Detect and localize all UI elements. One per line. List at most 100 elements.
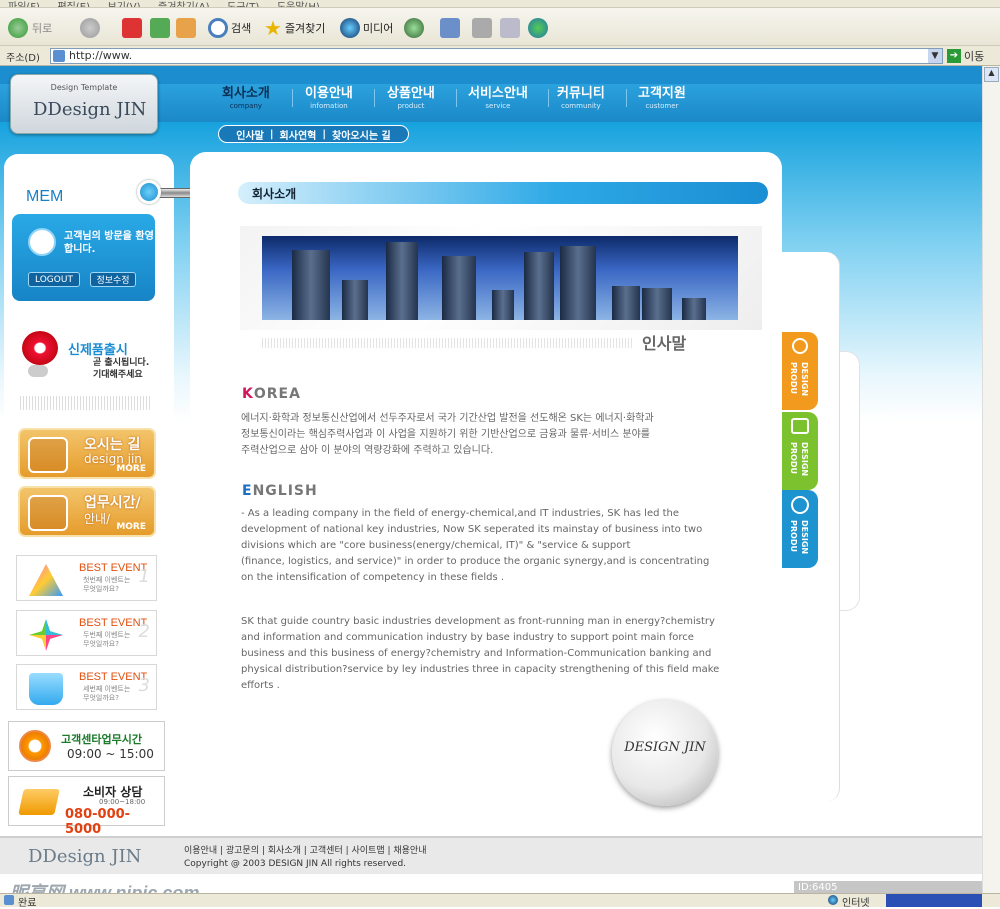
nav-service[interactable]: 서비스안내 service [468, 86, 528, 110]
browser-menubar: 파일(F) 편집(E) 보기(V) 즐겨찾기(A) 도구(T) 도움말(H) [0, 0, 1000, 8]
subnav-history[interactable]: 회사연혁 [280, 127, 317, 142]
home-button[interactable] [176, 17, 196, 39]
print-icon [472, 18, 492, 38]
event-banner-2[interactable]: BEST EVENT 두번째 이벤트는 무엇일까요? 2 [16, 610, 157, 656]
side-tab-design-product-2[interactable]: DESIGN PRODU [782, 412, 818, 490]
edit-button[interactable] [500, 17, 520, 39]
subnav-greeting[interactable]: 인사말 [236, 127, 264, 142]
site-logo[interactable]: Design Template DDesign JIN [10, 74, 158, 134]
sub-navigation: 인사말 | 회사연혁 | 찾아오시는 길 [218, 125, 409, 143]
nav-divider [548, 89, 549, 107]
new-product-line2: 기대해주세요 [93, 370, 143, 380]
refresh-button[interactable] [150, 17, 170, 39]
building [342, 280, 368, 320]
directions-banner[interactable]: 오시는 길 design jin MORE [18, 428, 156, 479]
event-banner-3[interactable]: BEST EVENT 세번째 이벤트는 무엇일까요? 3 [16, 664, 157, 710]
internet-globe-icon [828, 895, 838, 905]
consumer-consultation[interactable]: 소비자 상담 09:00~18:00 080-000-5000 [8, 776, 165, 837]
paint-bucket-icon [29, 673, 63, 705]
print-button[interactable] [472, 17, 492, 39]
building [560, 246, 596, 320]
refresh-icon [150, 18, 170, 38]
menu-edit[interactable]: 편집(E) [57, 0, 90, 7]
consult-hours: 09:00~18:00 [99, 798, 146, 806]
stop-button[interactable] [122, 17, 142, 39]
nav-divider [292, 89, 293, 107]
member-heading: MEM [26, 188, 64, 205]
back-arrow-icon [8, 18, 28, 38]
messenger-button[interactable] [528, 17, 548, 39]
media-button[interactable]: 미디어 [340, 17, 393, 39]
browser-toolbar: 뒤로 검색 ★ 즐겨찾기 미디어 [0, 8, 1000, 46]
building [612, 286, 640, 320]
menu-view[interactable]: 보기(V) [108, 0, 141, 7]
address-input[interactable]: http://www. ▼ [50, 48, 943, 64]
ime-indicator[interactable] [886, 894, 982, 907]
footer-logo[interactable]: DDesign JIN [28, 846, 141, 867]
menu-tools[interactable]: 도구(T) [227, 0, 259, 7]
forward-arrow-icon [80, 18, 100, 38]
logout-button[interactable]: LOGOUT [28, 272, 80, 287]
building [642, 288, 672, 320]
home-icon [176, 18, 196, 38]
building [292, 250, 330, 320]
go-button[interactable]: ➔ 이동 [947, 48, 997, 64]
edit-profile-button[interactable]: 정보수정 [90, 272, 136, 287]
english-paragraph-1: - As a leading company in the field of e… [241, 508, 710, 583]
address-bar: 주소(D) http://www. ▼ ➔ 이동 [0, 46, 1000, 66]
nav-divider [626, 89, 627, 107]
menu-file[interactable]: 파일(F) [8, 0, 40, 7]
clock-icon [791, 496, 809, 514]
history-icon [404, 18, 424, 38]
messenger-icon [528, 18, 548, 38]
menu-help[interactable]: 도움말(H) [277, 0, 320, 7]
dotted-divider [262, 338, 634, 348]
search-icon [208, 18, 228, 38]
building [492, 290, 514, 320]
building [524, 252, 554, 320]
page-icon [53, 50, 65, 62]
korea-heading: KOREA [242, 386, 301, 402]
new-product-notice[interactable]: 신제품출시 곧 출시됩니다. 기대해주세요 [20, 329, 170, 389]
back-button[interactable]: 뒤로 [8, 17, 52, 39]
go-arrow-icon: ➔ [947, 49, 961, 63]
history-button[interactable] [404, 17, 424, 39]
customer-center-hours[interactable]: 고객센타업무시간 09:00 ~ 15:00 [8, 721, 165, 771]
dotted-divider [20, 396, 152, 410]
building [442, 256, 476, 320]
nav-product[interactable]: 상품안내 product [387, 86, 435, 110]
forward-button[interactable] [80, 17, 100, 39]
event-banner-1[interactable]: BEST EVENT 첫번째 이벤트는 무엇일까요? 1 [16, 555, 157, 601]
nav-customer[interactable]: 고객지원 customer [638, 86, 686, 110]
favorites-button[interactable]: ★ 즐겨찾기 [264, 16, 325, 40]
house-map-icon [28, 437, 68, 473]
hours-title: 고객센타업무시간 [61, 733, 142, 746]
subnav-directions[interactable]: 찾아오시는 길 [332, 127, 391, 142]
nav-company[interactable]: 회사소개 company [222, 86, 270, 110]
box-icon [791, 418, 809, 434]
side-tab-design-product-3[interactable]: DESIGN PRODU [782, 490, 818, 568]
menu-favorites[interactable]: 즐겨찾기(A) [158, 0, 209, 7]
laptop-icon [18, 789, 60, 815]
design-jin-badge: DESIGN JIN [612, 700, 718, 806]
scroll-up-icon[interactable]: ▲ [984, 67, 999, 82]
section-title-bar: 회사소개 [238, 182, 768, 204]
search-button[interactable]: 검색 [208, 17, 251, 39]
nav-community[interactable]: 커뮤니티 community [557, 86, 605, 110]
status-page-icon [4, 895, 14, 905]
user-avatar-icon [28, 228, 56, 256]
mail-button[interactable] [440, 17, 460, 39]
binder-knob [137, 180, 161, 204]
business-hours-banner[interactable]: 업무시간/ 안내/ MORE [18, 486, 156, 537]
english-paragraph-2: SK that guide country basic industries d… [241, 616, 720, 691]
building [386, 242, 418, 320]
nav-information[interactable]: 이용안내 infomation [305, 86, 353, 110]
side-tab-design-product-1[interactable]: DESIGN PRODU [782, 332, 818, 410]
watermark-id: ID:6405 NO:20080718151300888890 [794, 881, 982, 893]
vertical-scrollbar[interactable]: ▲ [982, 66, 1000, 893]
welcome-text: 고객님의 방문을 환영합니다. [64, 231, 154, 255]
webcam-icon [22, 331, 58, 365]
watermark: 昵享网 www.nipic.com [10, 883, 200, 893]
dropdown-arrow-icon[interactable]: ▼ [928, 49, 942, 63]
footer-links[interactable]: 이용안내 | 광고문의 | 회사소개 | 고객센터 | 사이트맵 | 채용안내 [184, 843, 427, 856]
